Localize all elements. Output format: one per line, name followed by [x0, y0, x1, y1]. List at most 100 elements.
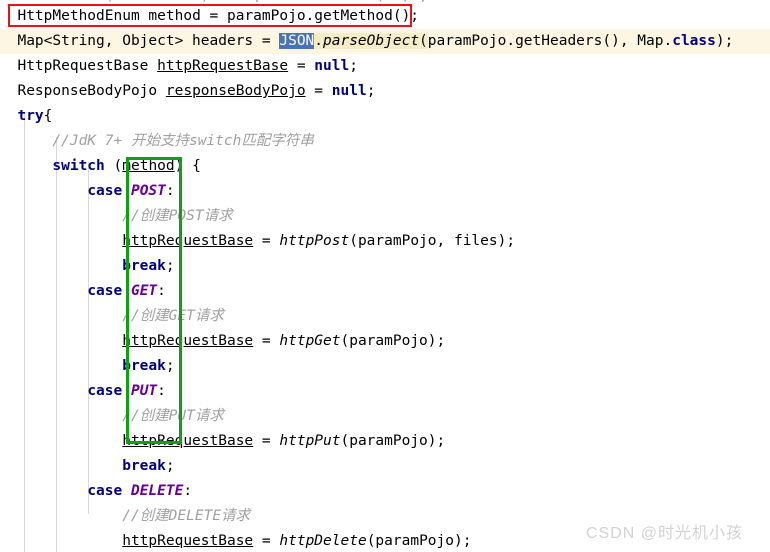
csdn-watermark: CSDN @时光机小孩 [586, 525, 744, 542]
code-token: //创建GET请求 [122, 308, 224, 324]
code-token: paramPojo.getHeaders(), Map. [427, 33, 673, 49]
code-token: = [253, 233, 280, 249]
code-line[interactable]: HttpMethodEnum method = paramPojo.getMet… [0, 4, 770, 29]
code-line[interactable]: ResponseBodyPojo responseBodyPojo = null… [0, 79, 770, 104]
code-line[interactable]: //创建PUT请求 [0, 404, 770, 429]
code-token: GET [130, 283, 158, 299]
code-token: break [122, 258, 166, 274]
code-line[interactable]: switch (method) { [0, 154, 770, 179]
code-token: //创建DELETE请求 [122, 508, 251, 524]
code-token: parseObject [323, 33, 420, 49]
code-token: POST [130, 183, 166, 199]
code-token: switch [52, 158, 105, 174]
code-token: ; [165, 358, 175, 374]
code-token: ) { [174, 158, 201, 174]
code-token: DELETE [130, 483, 184, 499]
code-token: httpRequestBase [157, 58, 289, 74]
code-token: (paramPojo); [340, 333, 446, 349]
code-token: = [253, 533, 280, 549]
code-token: (paramPojo, files); [349, 233, 516, 249]
code-token: case [87, 183, 123, 199]
code-line[interactable]: //创建POST请求 [0, 204, 770, 229]
code-token: method [122, 158, 175, 174]
code-token: case [87, 483, 123, 499]
code-token: JSON [279, 33, 315, 49]
code-line[interactable]: break; [0, 454, 770, 479]
code-token: ; [349, 58, 358, 74]
code-token: ; [165, 258, 175, 274]
code-line[interactable]: case GET: [0, 279, 770, 304]
code-line[interactable]: Map<String, Object> headers = JSON.parse… [0, 29, 770, 54]
code-token: ( [419, 33, 428, 49]
code-line[interactable]: httpRequestBase = httpGet(paramPojo); [0, 329, 770, 354]
code-line[interactable]: break; [0, 354, 770, 379]
code-line[interactable]: HttpRequestBase httpRequestBase = null; [0, 54, 770, 79]
code-line[interactable]: case PUT: [0, 379, 770, 404]
code-token: = [253, 333, 280, 349]
code-token: class [672, 33, 716, 49]
code-token: = [305, 83, 332, 99]
code-token: ); [715, 33, 734, 49]
code-token: case [87, 383, 123, 399]
code-token: PUT [130, 383, 158, 399]
code-token: break [122, 358, 166, 374]
code-token: //JdK 7+ 开始支持switch匹配字符串 [52, 133, 314, 149]
code-token: method = paramPojo.getMethod(); [139, 8, 420, 24]
code-token: { [43, 108, 53, 124]
code-token: httpRequestBase [122, 233, 254, 249]
code-editor-viewport[interactable]: . . ( . . ) ; . . ( ) ; HttpMethodEnum m… [0, 0, 770, 552]
code-line[interactable]: //创建GET请求 [0, 304, 770, 329]
code-token: ; [165, 458, 175, 474]
code-line[interactable]: httpRequestBase = httpPut(paramPojo); [0, 429, 770, 454]
code-token: : [157, 283, 166, 299]
code-token: : [183, 483, 193, 499]
code-token: httpPut [279, 433, 341, 449]
code-token: ; [366, 83, 376, 99]
code-token: httpDelete [279, 533, 367, 549]
code-line[interactable]: case DELETE: [0, 479, 770, 504]
code-line[interactable]: try{ [0, 104, 770, 129]
code-token: (paramPojo); [340, 433, 446, 449]
code-line[interactable]: break; [0, 254, 770, 279]
code-token: ( [104, 158, 123, 174]
code-token: try [17, 108, 44, 124]
code-line[interactable]: case POST: [0, 179, 770, 204]
code-token: case [87, 283, 123, 299]
code-token: //创建POST请求 [122, 208, 233, 224]
code-token: HttpMethodEnum [17, 8, 140, 24]
code-token: : [165, 183, 175, 199]
code-token: httpRequestBase [122, 433, 254, 449]
code-line[interactable]: httpRequestBase = httpPost(paramPojo, fi… [0, 229, 770, 254]
code-token: httpRequestBase [122, 533, 254, 549]
code-token: = [288, 58, 315, 74]
code-token: null [314, 58, 350, 74]
code-line[interactable]: //JdK 7+ 开始支持switch匹配字符串 [0, 129, 770, 154]
code-token: ResponseBodyPojo [0, 83, 166, 99]
code-token: : [157, 383, 166, 399]
code-token: (paramPojo); [366, 533, 472, 549]
code-token: . [314, 33, 324, 49]
code-token: = [253, 433, 280, 449]
code-token: //创建PUT请求 [122, 408, 224, 424]
code-token: httpRequestBase [122, 333, 254, 349]
code-token: break [122, 458, 166, 474]
code-token: Map<String, Object> headers = [0, 33, 280, 49]
code-token: responseBodyPojo [165, 83, 306, 99]
